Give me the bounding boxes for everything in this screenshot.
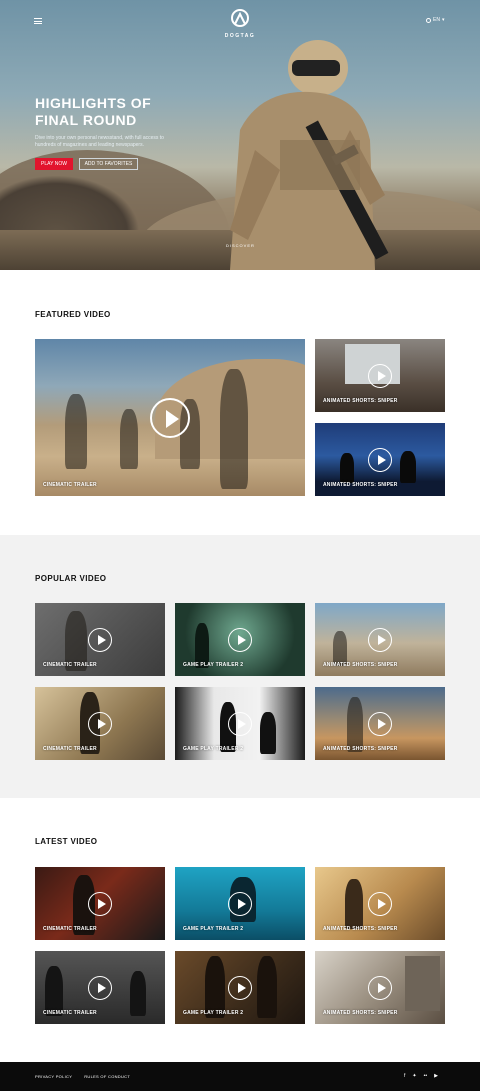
popular-section-title: POPULAR VIDEO: [35, 574, 107, 583]
featured-main-video[interactable]: CINEMATIC TRAILER: [35, 339, 305, 496]
featured-side-video[interactable]: ANIMATED SHORTS: SNIPER: [315, 423, 445, 496]
play-icon[interactable]: [150, 397, 190, 438]
hero-title-line: HIGHLIGHTS OF: [35, 95, 152, 111]
latest-video[interactable]: CINEMATIC TRAILER: [35, 951, 165, 1024]
thumb-figure: [120, 409, 138, 469]
flickr-icon[interactable]: ••: [424, 1073, 428, 1079]
video-caption: GAME PLAY TRAILER 2: [183, 1010, 244, 1016]
logo[interactable]: DOGTAG: [222, 8, 258, 39]
video-caption: ANIMATED SHORTS: SNIPER: [323, 746, 398, 752]
thumb-figure: [347, 697, 363, 752]
latest-section-title: LATEST VIDEO: [35, 837, 98, 846]
video-caption: GAME PLAY TRAILER 2: [183, 926, 244, 932]
privacy-policy-link[interactable]: PRIVACY POLICY: [35, 1074, 72, 1079]
featured-side-video[interactable]: ANIMATED SHORTS: SNIPER: [315, 339, 445, 412]
social-links: f ✦ •• ▶: [404, 1073, 438, 1079]
video-caption: CINEMATIC TRAILER: [43, 482, 97, 488]
footer: PRIVACY POLICY RULES OF CONDUCT f ✦ •• ▶: [0, 1062, 480, 1091]
logo-emblem-icon: [231, 9, 249, 27]
thumb-figure: [345, 879, 363, 929]
play-icon[interactable]: [368, 447, 392, 472]
popular-video[interactable]: CINEMATIC TRAILER: [35, 603, 165, 676]
thumb-figure: [205, 956, 225, 1018]
thumb-building: [405, 956, 440, 1011]
video-caption: CINEMATIC TRAILER: [43, 926, 97, 932]
thumb-figure: [340, 453, 354, 483]
thumb-figure: [45, 966, 63, 1016]
chevron-down-icon: ▾: [441, 17, 445, 23]
latest-video[interactable]: ANIMATED SHORTS: SNIPER: [315, 867, 445, 940]
play-icon[interactable]: [88, 891, 112, 916]
thumb-figure: [333, 631, 347, 666]
video-caption: CINEMATIC TRAILER: [43, 746, 97, 752]
play-icon[interactable]: [368, 363, 392, 388]
video-caption: ANIMATED SHORTS: SNIPER: [323, 1010, 398, 1016]
thumb-figure: [260, 712, 276, 754]
play-icon[interactable]: [368, 975, 392, 1000]
hero-description: Dive into your own personal newsstand, w…: [35, 135, 164, 148]
play-icon[interactable]: [88, 975, 112, 1000]
play-icon[interactable]: [228, 627, 252, 652]
hero-soldier-image: [230, 40, 389, 270]
popular-video[interactable]: GAME PLAY TRAILER 2: [175, 603, 305, 676]
play-icon[interactable]: [368, 891, 392, 916]
video-caption: CINEMATIC TRAILER: [43, 1010, 97, 1016]
add-to-favorites-button[interactable]: ADD TO FAVORITES: [79, 158, 138, 170]
rules-of-conduct-link[interactable]: RULES OF CONDUCT: [84, 1074, 130, 1079]
language-selector[interactable]: EN ▾: [426, 17, 444, 23]
video-caption: GAME PLAY TRAILER 2: [183, 662, 244, 668]
popular-video[interactable]: GAME PLAY TRAILER 2: [175, 687, 305, 760]
thumb-figure: [400, 451, 416, 483]
featured-section-title: FEATURED VIDEO: [35, 310, 111, 319]
latest-video[interactable]: CINEMATIC TRAILER: [35, 867, 165, 940]
facebook-icon[interactable]: f: [404, 1073, 405, 1079]
play-icon[interactable]: [228, 891, 252, 916]
popular-video[interactable]: ANIMATED SHORTS: SNIPER: [315, 603, 445, 676]
latest-video[interactable]: GAME PLAY TRAILER 2: [175, 951, 305, 1024]
play-icon[interactable]: [88, 711, 112, 736]
logo-text: DOGTAG: [224, 33, 256, 39]
hero-title: HIGHLIGHTS OF FINAL ROUND: [35, 95, 215, 129]
popular-video[interactable]: ANIMATED SHORTS: SNIPER: [315, 687, 445, 760]
video-caption: ANIMATED SHORTS: SNIPER: [323, 926, 398, 932]
discover-link[interactable]: DISCOVER: [226, 243, 255, 248]
thumb-figure: [257, 956, 277, 1018]
play-icon[interactable]: [88, 627, 112, 652]
hero-banner: DOGTAG EN ▾ HIGHLIGHTS OF FINAL ROUND Di…: [0, 0, 480, 270]
latest-video[interactable]: GAME PLAY TRAILER 2: [175, 867, 305, 940]
latest-video[interactable]: ANIMATED SHORTS: SNIPER: [315, 951, 445, 1024]
hamburger-icon[interactable]: [34, 18, 42, 24]
globe-icon: [426, 17, 431, 23]
thumb-figure: [65, 394, 87, 469]
play-icon[interactable]: [368, 627, 392, 652]
video-caption: GAME PLAY TRAILER 2: [183, 746, 244, 752]
language-label: EN: [433, 17, 440, 23]
youtube-icon[interactable]: ▶: [434, 1073, 438, 1079]
play-icon[interactable]: [228, 711, 252, 736]
play-now-button[interactable]: PLAY NOW: [35, 158, 73, 170]
hero-title-line: FINAL ROUND: [35, 112, 137, 128]
video-caption: CINEMATIC TRAILER: [43, 662, 97, 668]
footer-links: PRIVACY POLICY RULES OF CONDUCT: [35, 1074, 130, 1079]
thumb-figure: [220, 369, 248, 489]
video-caption: ANIMATED SHORTS: SNIPER: [323, 482, 398, 488]
video-caption: ANIMATED SHORTS: SNIPER: [323, 398, 398, 404]
thumb-figure: [130, 971, 146, 1016]
twitter-icon[interactable]: ✦: [412, 1073, 416, 1079]
play-icon[interactable]: [228, 975, 252, 1000]
popular-video[interactable]: CINEMATIC TRAILER: [35, 687, 165, 760]
play-icon[interactable]: [368, 711, 392, 736]
video-caption: ANIMATED SHORTS: SNIPER: [323, 662, 398, 668]
